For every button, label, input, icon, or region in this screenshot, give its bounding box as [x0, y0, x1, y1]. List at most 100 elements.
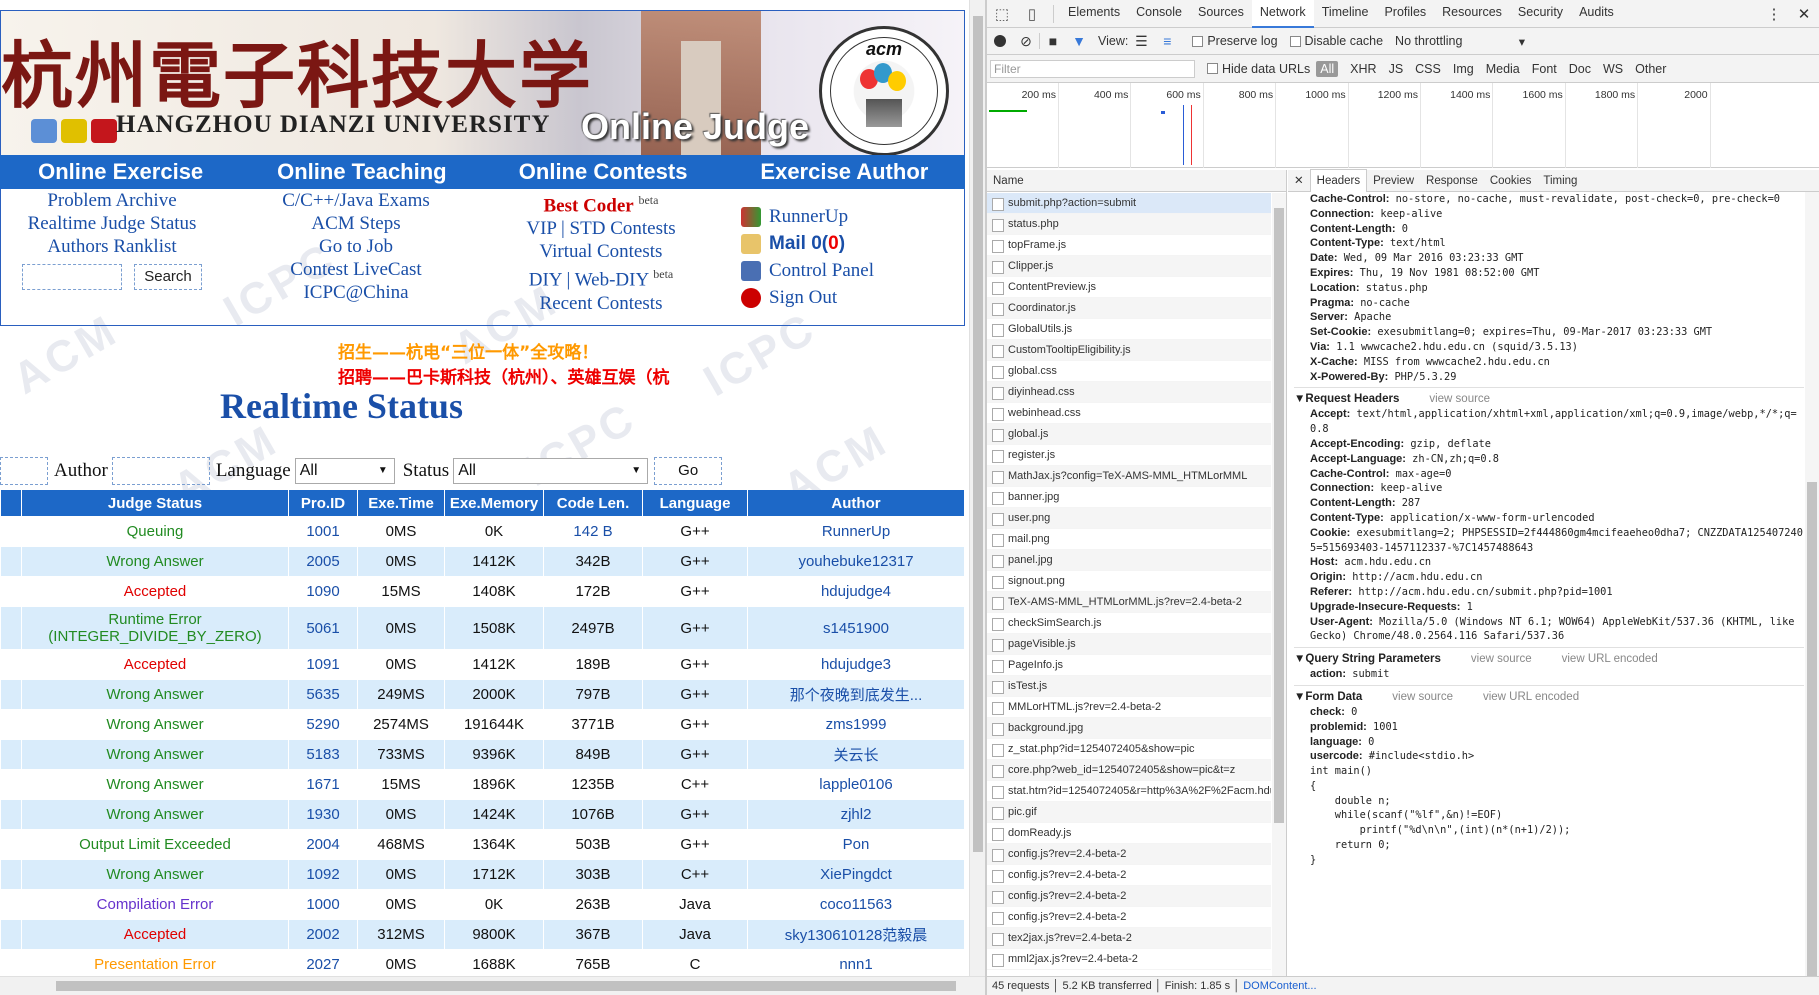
preserve-log-checkbox[interactable]: Preserve log [1192, 34, 1278, 48]
recent-contests-link[interactable]: Recent Contests [501, 292, 701, 315]
run-id-cell[interactable] [1, 890, 21, 919]
request-row[interactable]: TeX-AMS-MML_HTMLorMML.js?rev=2.4-beta-2 [987, 592, 1271, 613]
filter-xhr[interactable]: XHR [1350, 62, 1376, 76]
scrollbar-thumb[interactable] [1807, 482, 1817, 992]
code-len-cell[interactable]: 142 B [544, 517, 642, 546]
section-header[interactable]: ▼Query String Parameters view source view … [1294, 647, 1804, 667]
authors-ranklist-link[interactable]: Authors Ranklist [1, 235, 223, 258]
request-row[interactable]: config.js?rev=2.4-beta-2 [987, 907, 1271, 928]
request-row[interactable]: banner.jpg [987, 487, 1271, 508]
realtime-judge-status-link[interactable]: Realtime Judge Status [1, 212, 223, 235]
tab-response[interactable]: Response [1420, 170, 1484, 192]
nav-online-teaching[interactable]: Online Teaching [241, 155, 482, 189]
author-link[interactable]: XiePingdct [820, 866, 892, 883]
author-link[interactable]: hdujudge3 [821, 656, 891, 673]
request-row[interactable]: Coordinator.js [987, 298, 1271, 319]
problem-id-link[interactable]: 1000 [306, 896, 339, 913]
acm-steps-link[interactable]: ACM Steps [246, 212, 466, 235]
request-row[interactable]: MathJax.js?config=TeX-AMS-MML_HTMLorMML [987, 466, 1271, 487]
scrollbar-thumb[interactable] [1274, 208, 1284, 823]
filter-media[interactable]: Media [1486, 62, 1520, 76]
request-row[interactable]: user.png [987, 508, 1271, 529]
problem-id-link[interactable]: 1671 [306, 776, 339, 793]
virtual-contests-link[interactable]: Virtual Contests [501, 240, 701, 263]
run-id-cell[interactable] [1, 740, 21, 769]
request-row[interactable]: status.php [987, 214, 1271, 235]
device-mode-icon[interactable]: ▯ [1017, 5, 1047, 23]
request-row[interactable]: submit.php?action=submit [987, 193, 1271, 214]
run-id-cell[interactable] [1, 920, 21, 949]
sign-out-link[interactable]: Sign Out [741, 284, 961, 311]
request-row[interactable]: CustomTooltipEligibility.js [987, 340, 1271, 361]
author-link[interactable]: youhebuke12317 [798, 553, 913, 570]
problem-id-link[interactable]: 5183 [306, 746, 339, 763]
request-row[interactable]: Clipper.js [987, 256, 1271, 277]
section-header[interactable]: ▼Request Headers view source [1294, 387, 1804, 407]
problem-id-link[interactable]: 2002 [306, 926, 339, 943]
icpc-china-link[interactable]: ICPC@China [246, 281, 466, 304]
language-select[interactable]: All [294, 458, 395, 484]
request-row[interactable]: webinhead.css [987, 403, 1271, 424]
author-link[interactable]: hdujudge4 [821, 583, 891, 600]
vip-std-contests-link[interactable]: VIP | STD Contests [501, 217, 701, 240]
request-row[interactable]: core.php?web_id=1254072405&show=pic&t=z [987, 760, 1271, 781]
filter-input[interactable]: Filter [990, 59, 1195, 78]
problem-id-link[interactable]: 5290 [306, 716, 339, 733]
tab-headers[interactable]: Headers [1309, 169, 1368, 192]
run-id-cell[interactable] [1, 680, 21, 709]
inspect-element-icon[interactable]: ⬚ [987, 5, 1017, 23]
filter-css[interactable]: CSS [1415, 62, 1441, 76]
diy-contests-link[interactable]: DIY | Web-DIY beta [501, 263, 701, 291]
request-row[interactable]: tex2jax.js?rev=2.4-beta-2 [987, 928, 1271, 949]
mail-link[interactable]: Mail 0(0) [741, 230, 961, 257]
nav-exercise-author[interactable]: Exercise Author [724, 155, 965, 189]
run-id-cell[interactable] [1, 710, 21, 739]
tab-profiles[interactable]: Profiles [1376, 0, 1434, 28]
more-menu-icon[interactable]: ⋮ [1759, 5, 1789, 23]
request-row[interactable]: global.css [987, 361, 1271, 382]
search-input[interactable] [22, 264, 122, 290]
run-id-cell[interactable] [1, 950, 21, 979]
problem-id-link[interactable]: 1930 [306, 806, 339, 823]
tab-console[interactable]: Console [1128, 0, 1190, 28]
view-toggle-link[interactable]: view source [1471, 653, 1532, 665]
tab-resources[interactable]: Resources [1434, 0, 1510, 28]
request-row[interactable]: topFrame.js [987, 235, 1271, 256]
view-toggle-link[interactable]: view source [1392, 691, 1453, 703]
author-link[interactable]: RunnerUp [822, 523, 890, 540]
tab-timing[interactable]: Timing [1537, 170, 1583, 192]
tab-sources[interactable]: Sources [1190, 0, 1252, 28]
request-row[interactable]: domReady.js [987, 823, 1271, 844]
author-link[interactable]: s1451900 [823, 620, 889, 637]
problem-id-link[interactable]: 1092 [306, 866, 339, 883]
name-column-header[interactable]: Name [987, 170, 1286, 192]
request-row[interactable]: checkSimSearch.js [987, 613, 1271, 634]
problem-archive-link[interactable]: Problem Archive [1, 189, 223, 212]
nav-online-contests[interactable]: Online Contests [483, 155, 724, 189]
overview-icon[interactable]: ≡ [1154, 33, 1180, 49]
request-row[interactable]: config.js?rev=2.4-beta-2 [987, 886, 1271, 907]
best-coder-link[interactable]: Best Coder beta [501, 189, 701, 217]
run-id-cell[interactable] [1, 517, 21, 546]
filter-icon[interactable]: ▼ [1066, 33, 1092, 49]
go-to-job-link[interactable]: Go to Job [246, 235, 466, 258]
filter-all[interactable]: All [1316, 60, 1339, 77]
code-len-link[interactable]: 142 B [573, 523, 612, 540]
author-link[interactable]: zjhl2 [841, 806, 872, 823]
run-id-cell[interactable] [1, 770, 21, 799]
status-select[interactable]: All [453, 458, 649, 484]
filter-font[interactable]: Font [1532, 62, 1557, 76]
detail-scrollbar[interactable] [1805, 192, 1819, 992]
tab-elements[interactable]: Elements [1060, 0, 1128, 28]
control-panel-link[interactable]: Control Panel [741, 257, 961, 284]
request-row[interactable]: register.js [987, 445, 1271, 466]
view-toggle-link[interactable]: view source [1429, 393, 1490, 405]
author-link[interactable]: nnn1 [839, 956, 872, 973]
run-id-cell[interactable] [1, 577, 21, 606]
close-icon[interactable]: ✕ [1789, 5, 1819, 23]
request-row[interactable]: stat.htm?id=1254072405&r=http%3A%2F%2Fac… [987, 781, 1271, 802]
author-link[interactable]: zms1999 [826, 716, 887, 733]
close-detail-icon[interactable]: ✕ [1288, 170, 1310, 192]
clear-icon[interactable]: ⊘ [1013, 33, 1039, 50]
problem-id-link[interactable]: 2027 [306, 956, 339, 973]
